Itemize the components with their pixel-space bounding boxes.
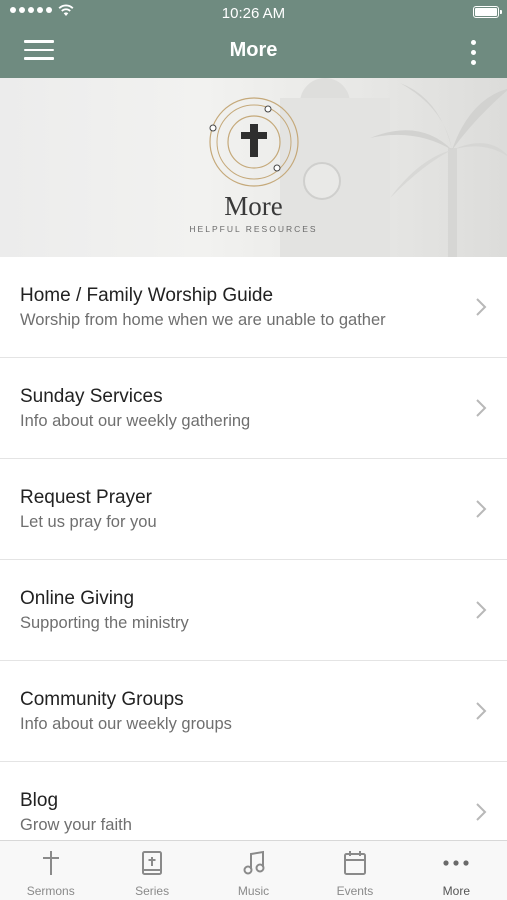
- resources-list: Home / Family Worship Guide Worship from…: [0, 257, 507, 863]
- list-item-title: Community Groups: [20, 689, 184, 710]
- list-item-title: Online Giving: [20, 588, 135, 609]
- list-item-title: Sunday Services: [20, 386, 163, 407]
- list-item-subtitle: Info about our weekly groups: [20, 715, 232, 733]
- tab-more[interactable]: More: [406, 841, 507, 900]
- tab-sermons[interactable]: Sermons: [0, 841, 101, 900]
- banner-logo-subtitle: HELPFUL RESOURCES: [189, 224, 318, 234]
- app-header: 10:26 AM More: [0, 0, 507, 78]
- calendar-icon: [343, 851, 366, 875]
- tab-music[interactable]: Music: [203, 841, 304, 900]
- banner-logo-word: More: [224, 191, 283, 221]
- battery-icon: [473, 6, 502, 18]
- list-item-community-groups[interactable]: Community Groups Info about our weekly g…: [0, 661, 507, 762]
- list-item-worship-guide[interactable]: Home / Family Worship Guide Worship from…: [0, 257, 507, 358]
- list-item-title: Request Prayer: [20, 487, 153, 508]
- overflow-menu-icon[interactable]: [469, 40, 477, 66]
- chevron-right-icon: [476, 803, 487, 821]
- list-item-subtitle: Worship from home when we are unable to …: [20, 311, 386, 329]
- cross-icon: [42, 851, 59, 875]
- chevron-right-icon: [476, 399, 487, 417]
- tab-series[interactable]: Series: [101, 841, 202, 900]
- list-item-sunday-services[interactable]: Sunday Services Info about our weekly ga…: [0, 358, 507, 459]
- tab-events[interactable]: Events: [304, 841, 405, 900]
- list-item-title: Blog: [20, 790, 59, 811]
- list-item-subtitle: Let us pray for you: [20, 513, 157, 531]
- music-note-icon: [243, 850, 265, 875]
- chevron-right-icon: [476, 702, 487, 720]
- status-bar: 10:26 AM: [0, 0, 507, 26]
- list-item-title: Home / Family Worship Guide: [20, 285, 274, 306]
- bottom-tab-bar: Sermons Series Music Events More: [0, 840, 507, 900]
- chevron-right-icon: [476, 500, 487, 518]
- tab-label: Events: [336, 884, 374, 898]
- tab-label: More: [442, 884, 470, 898]
- header-banner: More HELPFUL RESOURCES: [0, 78, 507, 257]
- more-dots-icon: [443, 860, 469, 866]
- list-item-subtitle: Info about our weekly gathering: [20, 412, 251, 430]
- bible-icon: [142, 851, 163, 875]
- list-item-request-prayer[interactable]: Request Prayer Let us pray for you: [0, 459, 507, 560]
- chevron-right-icon: [476, 298, 487, 316]
- tab-label: Sermons: [26, 884, 75, 898]
- tab-label: Music: [237, 884, 270, 898]
- chevron-right-icon: [476, 601, 487, 619]
- list-item-subtitle: Grow your faith: [20, 816, 132, 834]
- tab-label: Series: [135, 884, 170, 898]
- page-title: More: [229, 39, 278, 61]
- list-item-subtitle: Supporting the ministry: [20, 614, 189, 632]
- status-time: 10:26 AM: [221, 5, 286, 22]
- list-item-online-giving[interactable]: Online Giving Supporting the ministry: [0, 560, 507, 661]
